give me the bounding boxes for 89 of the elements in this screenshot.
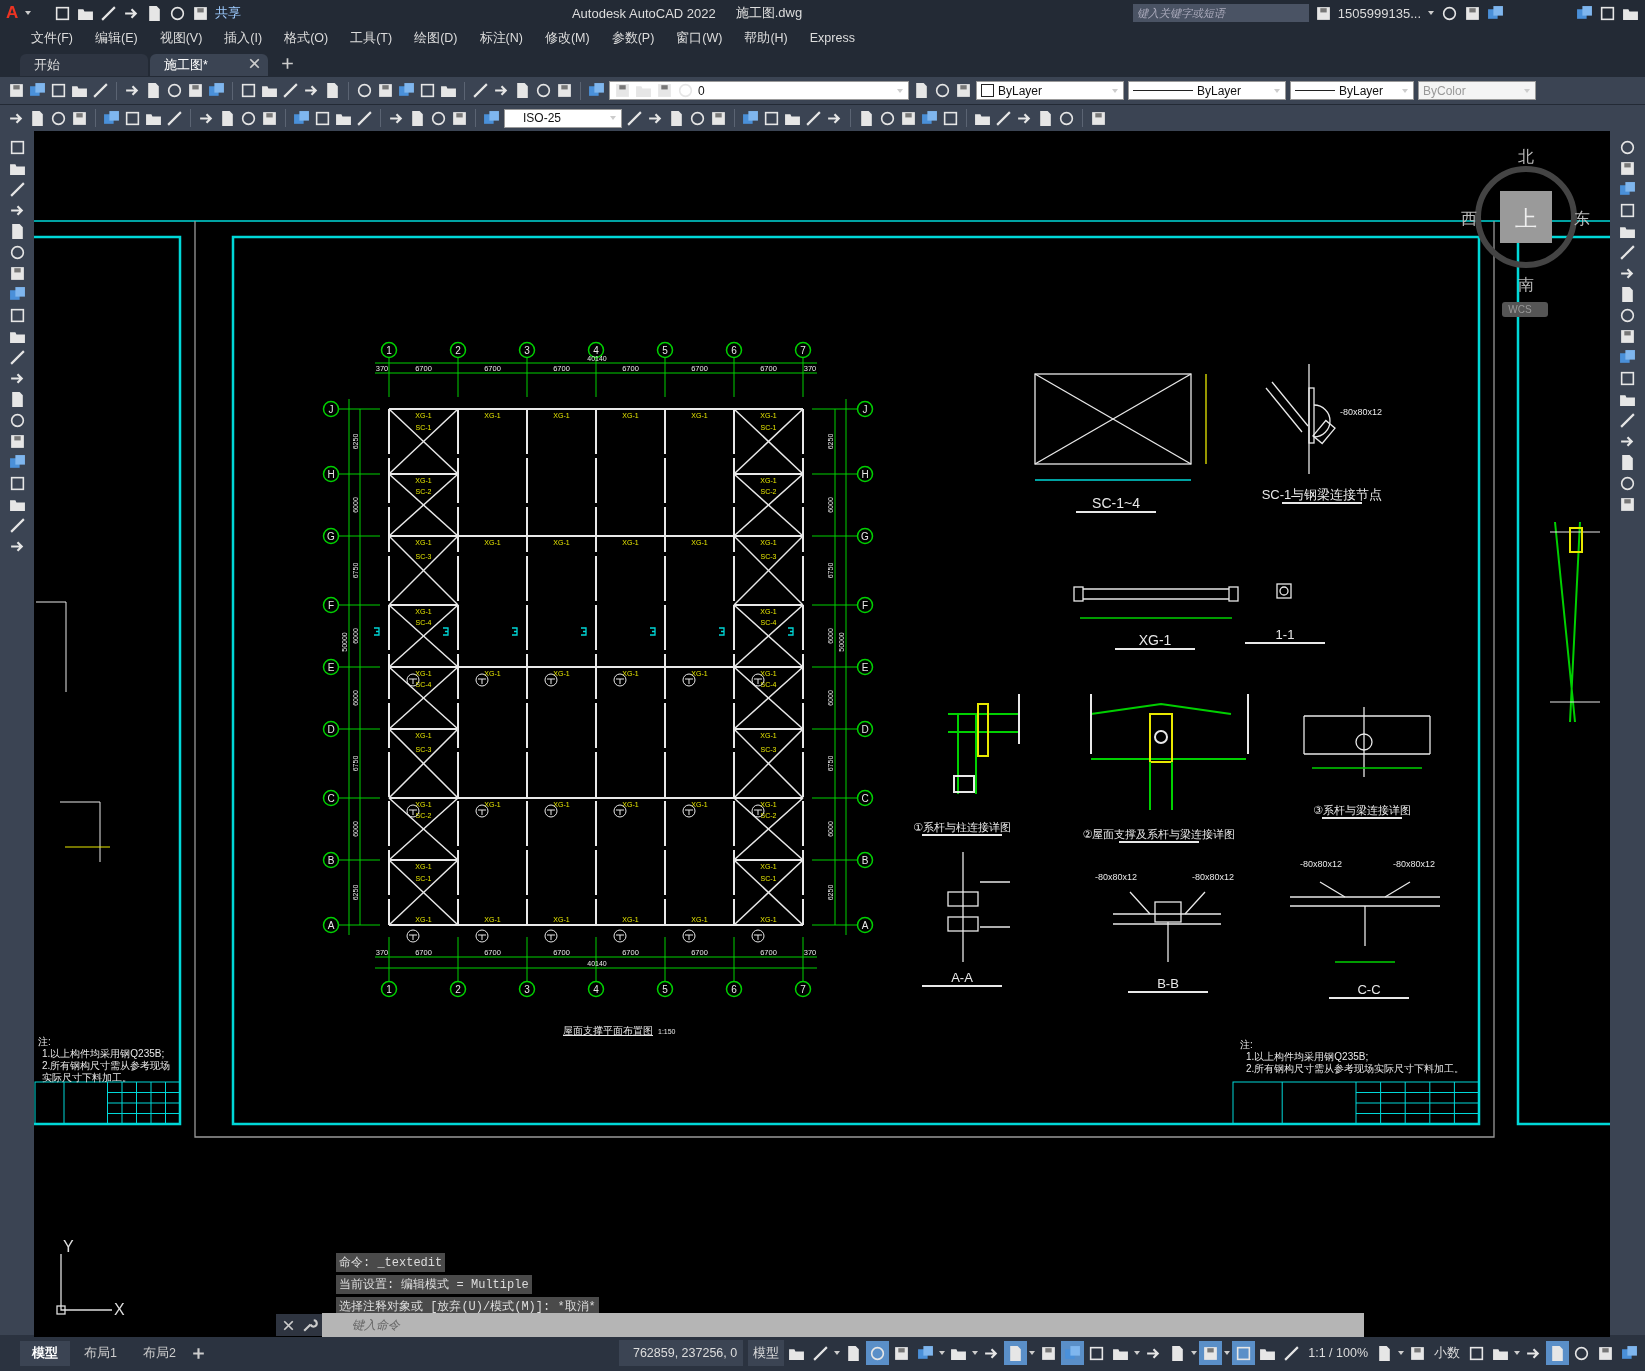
- axis-bubble: 5: [656, 980, 674, 998]
- axis-bubble: E: [322, 658, 340, 676]
- note-text: 注:: [38, 1036, 52, 1048]
- app-title: Autodesk AutoCAD 2022: [571, 5, 716, 21]
- detail-title: XG-1: [1138, 632, 1172, 648]
- menu-item[interactable]: 插入(I): [213, 29, 274, 47]
- axis-bubble: 6: [725, 341, 743, 359]
- menu-item[interactable]: 修改(M): [533, 29, 601, 47]
- note-text: 1.以上构件均采用钢Q235B;: [41, 1048, 166, 1060]
- axis-bubble: 2: [449, 341, 467, 359]
- axis-bubble: 7: [794, 980, 812, 998]
- model-space-button[interactable]: 模型: [748, 1340, 785, 1366]
- menu-item[interactable]: 编辑(E): [83, 29, 149, 47]
- detail-title: ②屋面支撑及系杆与梁连接详图: [1082, 828, 1236, 840]
- axis-label: X: [114, 1301, 125, 1318]
- linetype-dropdown[interactable]: ByLayer: [1128, 81, 1286, 100]
- plate-label: -80x80x12: [1300, 859, 1343, 869]
- axis-bubble: F: [322, 596, 340, 614]
- note-text: 2.所有钢构尺寸需从参考现场实际尺寸下料加工。: [1246, 1063, 1465, 1074]
- axis-bubble: D: [856, 720, 874, 738]
- menu-item[interactable]: 工具(T): [339, 29, 404, 47]
- detail-title: ③系杆与梁连接详图: [1313, 804, 1411, 816]
- axis-bubble: 2: [449, 980, 467, 998]
- axis-bubble: J: [856, 400, 874, 418]
- share-button[interactable]: 共享: [215, 4, 242, 22]
- note-text: 1.以上构件均采用钢Q235B;: [1246, 1051, 1369, 1062]
- axis-bubble: 3: [518, 980, 536, 998]
- axis-bubble: D: [322, 720, 340, 738]
- detail-title: C-C: [1357, 982, 1381, 997]
- menu-item[interactable]: 参数(P): [600, 29, 666, 47]
- axis-bubble: 4: [587, 980, 605, 998]
- detail-title: SC-1~4: [1092, 495, 1140, 511]
- compass-direction[interactable]: 北: [1518, 148, 1534, 165]
- axis-bubble: H: [856, 465, 874, 483]
- axis-bubble: 1: [380, 980, 398, 998]
- axis-bubble: A: [856, 916, 874, 934]
- search-field[interactable]: 键入关键字或短语: [1132, 4, 1309, 22]
- axis-bubble: F: [856, 596, 874, 614]
- axis-bubble: C: [856, 789, 874, 807]
- menu-item[interactable]: 标注(N): [468, 29, 534, 47]
- menu-item[interactable]: 帮助(H): [733, 29, 799, 47]
- layout-tab[interactable]: 模型: [20, 1340, 70, 1366]
- detail-title: ①系杆与柱连接详图: [913, 821, 1011, 833]
- axis-bubble: G: [322, 527, 340, 545]
- detail-title: A-A: [951, 970, 973, 985]
- axis-bubble: C: [322, 789, 340, 807]
- axis-bubble: 7: [794, 341, 812, 359]
- file-name: 施工图.dwg: [735, 4, 803, 22]
- coordinates-readout: 762859, 237256, 0: [619, 1340, 744, 1366]
- plate-label: -80x80x12: [1340, 407, 1383, 417]
- plate-label: -80x80x12: [1393, 859, 1436, 869]
- plate-label: -80x80x12: [1192, 872, 1235, 882]
- menu-item[interactable]: 窗口(W): [665, 29, 734, 47]
- menu-item[interactable]: 文件(F): [20, 29, 84, 47]
- axis-bubble: B: [322, 851, 340, 869]
- menu-item[interactable]: 视图(V): [148, 29, 214, 47]
- status-dropdown[interactable]: 1:1 / 100%: [1304, 1340, 1372, 1366]
- layout-tab[interactable]: 布局1: [72, 1340, 129, 1366]
- layout-tab[interactable]: 布局2: [130, 1340, 188, 1366]
- axis-bubble: J: [322, 400, 340, 418]
- axis-bubble: E: [856, 658, 874, 676]
- detail-title: SC-1与钢梁连接节点: [1261, 487, 1383, 502]
- detail-title: 1-1: [1275, 627, 1295, 642]
- lineweight-dropdown[interactable]: ByLayer: [1290, 81, 1414, 100]
- document-tab[interactable]: 开始: [20, 54, 148, 76]
- menu-item[interactable]: 格式(O): [273, 29, 340, 47]
- menu-item[interactable]: Express: [798, 31, 866, 45]
- axis-bubble: 6: [725, 980, 743, 998]
- axis-bubble: G: [856, 527, 874, 545]
- user-name[interactable]: 1505999135...: [1337, 5, 1421, 21]
- axis-bubble: 5: [656, 341, 674, 359]
- color-dropdown[interactable]: ByLayer: [976, 81, 1124, 100]
- detail-title: B-B: [1157, 976, 1179, 991]
- command-input[interactable]: 键入命令: [322, 1313, 1364, 1337]
- drawing-title: 屋面支撑平面布置图: [563, 1025, 653, 1036]
- axis-label: Y: [63, 1238, 74, 1255]
- axis-bubble: H: [322, 465, 340, 483]
- menu-item[interactable]: 绘图(D): [403, 29, 469, 47]
- axis-bubble: 1: [380, 341, 398, 359]
- status-dropdown[interactable]: 小数: [1430, 1340, 1464, 1366]
- axis-bubble: 3: [518, 341, 536, 359]
- axis-bubble: A: [322, 916, 340, 934]
- axis-bubble: B: [856, 851, 874, 869]
- note-text: 注:: [1240, 1039, 1253, 1050]
- document-tab[interactable]: 施工图*: [150, 54, 268, 76]
- plate-label: -80x80x12: [1095, 872, 1138, 882]
- app-logo[interactable]: A: [6, 3, 19, 23]
- dimension-style-dropdown[interactable]: ISO-25: [504, 108, 622, 128]
- note-text: 2.所有钢构尺寸需从参考现场实际尺寸下料加工。: [41, 1060, 172, 1084]
